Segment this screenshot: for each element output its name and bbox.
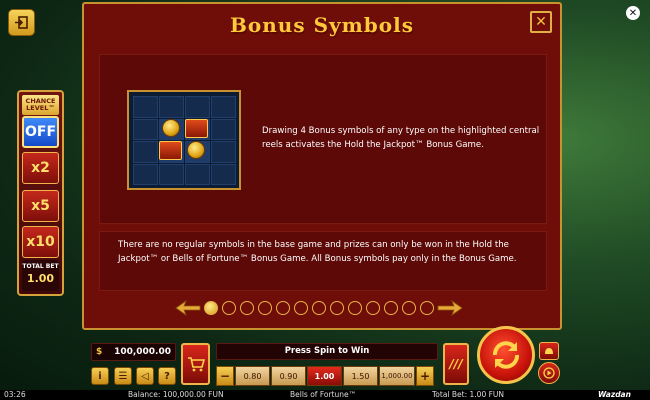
bet-option[interactable]: 0.90: [271, 366, 306, 386]
clock: 03:26: [4, 390, 26, 399]
page-dot[interactable]: [276, 301, 290, 315]
sound-icon: ◁: [141, 370, 149, 382]
bonus-coin-symbol: [187, 141, 205, 159]
page-dot[interactable]: [348, 301, 362, 315]
reel-illustration: [127, 90, 241, 190]
autoplay-icon: [543, 367, 555, 379]
bet-option[interactable]: 1.50: [343, 366, 378, 386]
next-page-arrow[interactable]: [436, 300, 464, 316]
page-dot[interactable]: [384, 301, 398, 315]
menu-icon: ☰: [118, 370, 128, 382]
bet-option[interactable]: 0.80: [235, 366, 270, 386]
lightning-icon: ///: [449, 357, 463, 371]
corner-close-button[interactable]: ✕: [626, 6, 640, 20]
wazdan-logo: Wazdan: [598, 390, 631, 399]
chance-option-x2[interactable]: x2: [22, 152, 59, 184]
page-dot[interactable]: [402, 301, 416, 315]
bet-decrease-button[interactable]: −: [216, 366, 234, 386]
page-dot[interactable]: [222, 301, 236, 315]
sound-button[interactable]: ◁: [136, 367, 154, 385]
chance-level-title: CHANCE LEVEL™: [22, 95, 59, 115]
exit-button[interactable]: [8, 9, 35, 36]
total-bet-label: TOTAL BET: [22, 263, 59, 270]
cart-icon: [187, 357, 205, 372]
page-dot[interactable]: [312, 301, 326, 315]
page-dot-active[interactable]: [204, 301, 218, 315]
status-game-name: Bells of Fortune™: [290, 390, 357, 399]
page-dot[interactable]: [258, 301, 272, 315]
symbol-description: Drawing 4 Bonus symbols of any type on t…: [262, 126, 540, 150]
balance-display: $ 100,000.00: [91, 343, 176, 361]
page-dot[interactable]: [366, 301, 380, 315]
bonus-chest-symbol: [185, 119, 208, 138]
menu-button[interactable]: ☰: [114, 367, 132, 385]
message-bar: Press Spin to Win: [216, 343, 438, 360]
buy-feature-button[interactable]: [181, 343, 210, 385]
info-description: There are no regular symbols in the base…: [118, 240, 517, 264]
status-total-bet: Total Bet: 1.00 FUN: [432, 390, 505, 399]
chance-total-bet: TOTAL BET 1.00: [22, 260, 59, 291]
paytable-modal: Bonus Symbols ✕ Drawing 4 Bonus symbols …: [82, 2, 562, 330]
autoplay-button[interactable]: [538, 362, 560, 384]
bet-increase-button[interactable]: +: [416, 366, 434, 386]
info-icon: i: [98, 370, 102, 382]
modal-close-button[interactable]: ✕: [530, 11, 552, 33]
chance-option-x10[interactable]: x10: [22, 226, 59, 258]
spin-button[interactable]: [477, 326, 535, 384]
exit-icon: [15, 16, 28, 29]
money-bag-icon: $: [96, 347, 103, 357]
info-button[interactable]: i: [91, 367, 109, 385]
chance-level-panel: CHANCE LEVEL™ OFF x2 x5 x10 TOTAL BET 1.…: [17, 90, 64, 296]
close-icon: ✕: [535, 14, 547, 30]
page-dot[interactable]: [294, 301, 308, 315]
turbo-button[interactable]: ///: [443, 343, 469, 385]
chance-option-x5[interactable]: x5: [22, 190, 59, 222]
bet-option[interactable]: 1,000.00: [379, 366, 415, 386]
pagination: [174, 296, 464, 320]
bet-option-selected[interactable]: 1.00: [307, 366, 342, 386]
help-icon: ?: [164, 370, 170, 382]
page-dot[interactable]: [420, 301, 434, 315]
total-bet-value: 1.00: [26, 272, 55, 285]
chance-option-off[interactable]: OFF: [22, 116, 59, 148]
bet-selector: − 0.80 0.90 1.00 1.50 1,000.00 +: [216, 366, 434, 386]
spin-arrows-icon: [493, 341, 519, 369]
bonus-chest-symbol: [159, 141, 182, 160]
status-bar: 03:26 Balance: 100,000.00 FUN Bells of F…: [0, 390, 650, 400]
prev-page-arrow[interactable]: [174, 300, 202, 316]
close-icon: ✕: [628, 7, 638, 19]
page-dot[interactable]: [330, 301, 344, 315]
status-balance: Balance: 100,000.00 FUN: [128, 390, 224, 399]
gamble-button[interactable]: [539, 342, 559, 360]
bonus-coin-symbol: [162, 119, 180, 137]
page-dot[interactable]: [240, 301, 254, 315]
help-button[interactable]: ?: [158, 367, 176, 385]
bell-icon: [545, 348, 553, 354]
modal-title: Bonus Symbols: [230, 13, 414, 37]
balance-value: 100,000.00: [114, 347, 171, 357]
